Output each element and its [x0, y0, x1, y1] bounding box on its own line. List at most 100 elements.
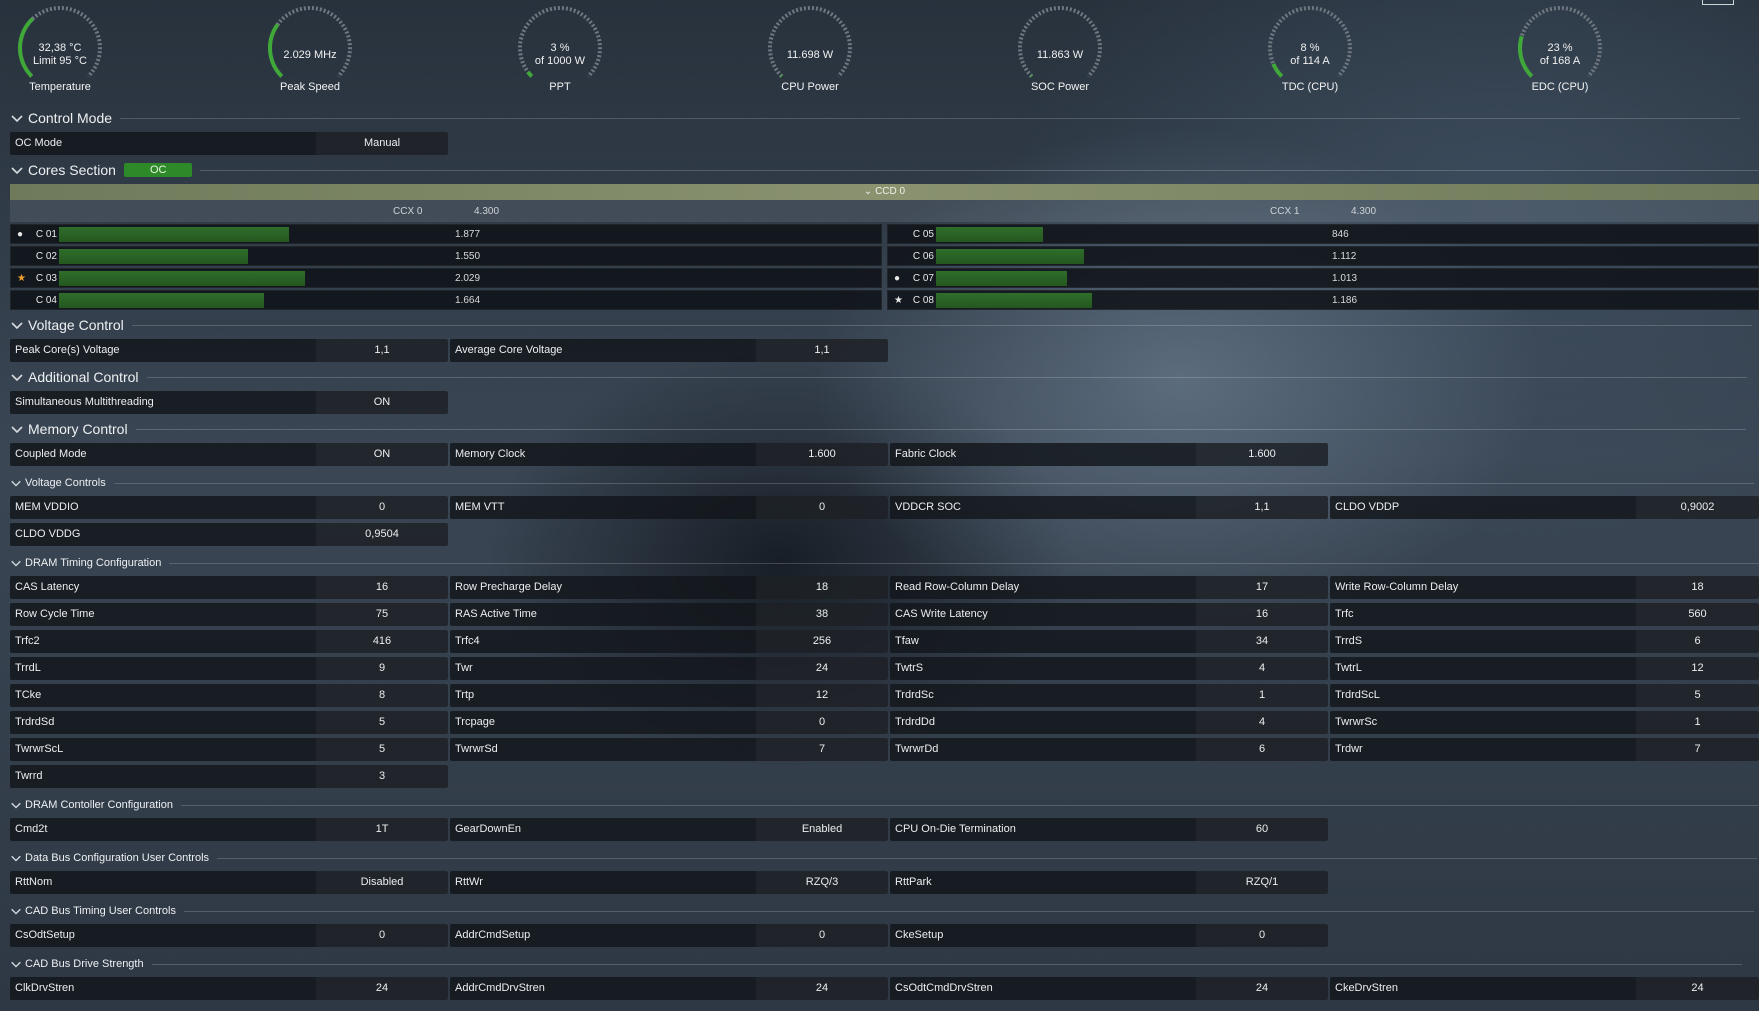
setting-cpu-on-die-termination[interactable]: CPU On-Die Termination 60	[890, 818, 1328, 841]
setting-value[interactable]: 5	[316, 738, 448, 761]
core-row-c01[interactable]: ● C 01 1.877	[10, 224, 882, 244]
subsection-dram-timing[interactable]: DRAM Timing Configuration	[10, 554, 1759, 572]
setting-twrwrsd[interactable]: TwrwrSd 7	[450, 738, 888, 761]
setting-tcke[interactable]: TCke 8	[10, 684, 448, 707]
setting-cldo-vddp[interactable]: CLDO VDDP 0,9002	[1330, 496, 1759, 519]
setting-trdwr[interactable]: Trdwr 7	[1330, 738, 1759, 761]
setting-trdrdsc[interactable]: TrdrdSc 1	[890, 684, 1328, 707]
setting-value[interactable]: 16	[1196, 603, 1328, 626]
setting-clkdrvstren[interactable]: ClkDrvStren 24	[10, 977, 448, 1000]
setting-value[interactable]: 24	[316, 977, 448, 1000]
setting-trdrdsd[interactable]: TrdrdSd 5	[10, 711, 448, 734]
setting-value[interactable]: ON	[316, 443, 448, 466]
setting-value[interactable]: 1,1	[316, 339, 448, 362]
setting-value[interactable]: 24	[1196, 977, 1328, 1000]
setting-write-row-column-delay[interactable]: Write Row-Column Delay 18	[1330, 576, 1759, 599]
setting-value[interactable]: 0,9504	[316, 523, 448, 546]
core-row-c05[interactable]: C 05 846	[887, 224, 1759, 244]
setting-average-core-voltage[interactable]: Average Core Voltage 1,1	[450, 339, 888, 362]
setting-addrcmdsetup[interactable]: AddrCmdSetup 0	[450, 924, 888, 947]
setting-twrrd[interactable]: Twrrd 3	[10, 765, 448, 788]
setting-cmd2t[interactable]: Cmd2t 1T	[10, 818, 448, 841]
setting-value[interactable]: 0,9002	[1636, 496, 1759, 519]
setting-value[interactable]: ON	[316, 391, 448, 414]
setting-rttnom[interactable]: RttNom Disabled	[10, 871, 448, 894]
setting-twrwrscl[interactable]: TwrwrScL 5	[10, 738, 448, 761]
setting-value[interactable]: 0	[316, 924, 448, 947]
core-row-c07[interactable]: ● C 07 1.013	[887, 268, 1759, 288]
setting-trfc4[interactable]: Trfc4 256	[450, 630, 888, 653]
subsection-cad-timing[interactable]: CAD Bus Timing User Controls	[10, 902, 1754, 920]
setting-fabric-clock[interactable]: Fabric Clock 1.600	[890, 443, 1328, 466]
setting-value[interactable]: 4	[1196, 657, 1328, 680]
setting-csodtsetup[interactable]: CsOdtSetup 0	[10, 924, 448, 947]
setting-rttwr[interactable]: RttWr RZQ/3	[450, 871, 888, 894]
subsection-cad-drive[interactable]: CAD Bus Drive Strength	[10, 955, 1742, 973]
subsection-voltage-controls[interactable]: Voltage Controls	[10, 474, 1754, 492]
setting-peak-core-s-voltage[interactable]: Peak Core(s) Voltage 1,1	[10, 339, 448, 362]
setting-value[interactable]: 5	[316, 711, 448, 734]
setting-row-cycle-time[interactable]: Row Cycle Time 75	[10, 603, 448, 626]
setting-ckedrvstren[interactable]: CkeDrvStren 24	[1330, 977, 1759, 1000]
setting-cas-write-latency[interactable]: CAS Write Latency 16	[890, 603, 1328, 626]
setting-value[interactable]: 16	[316, 576, 448, 599]
setting-value[interactable]: 75	[316, 603, 448, 626]
setting-tfaw[interactable]: Tfaw 34	[890, 630, 1328, 653]
setting-value[interactable]: 4	[1196, 711, 1328, 734]
section-cores[interactable]: Cores Section OC	[10, 161, 1759, 179]
setting-trrdl[interactable]: TrrdL 9	[10, 657, 448, 680]
setting-value[interactable]: 1,1	[756, 339, 888, 362]
core-row-c03[interactable]: ★ C 03 2.029	[10, 268, 882, 288]
core-row-c08[interactable]: ★ C 08 1.186	[887, 290, 1759, 310]
section-additional-control[interactable]: Additional Control	[10, 368, 1747, 386]
setting-value[interactable]: 8	[316, 684, 448, 707]
setting-twr[interactable]: Twr 24	[450, 657, 888, 680]
setting-value[interactable]: 0	[756, 711, 888, 734]
setting-value[interactable]: RZQ/1	[1196, 871, 1328, 894]
setting-value[interactable]: 256	[756, 630, 888, 653]
setting-value[interactable]: 12	[1636, 657, 1759, 680]
setting-csodtcmddrvstren[interactable]: CsOdtCmdDrvStren 24	[890, 977, 1328, 1000]
setting-read-row-column-delay[interactable]: Read Row-Column Delay 17	[890, 576, 1328, 599]
setting-value[interactable]: 18	[756, 576, 888, 599]
setting-value[interactable]: 3	[316, 765, 448, 788]
setting-value[interactable]: 38	[756, 603, 888, 626]
setting-twrwrsc[interactable]: TwrwrSc 1	[1330, 711, 1759, 734]
setting-cldo-vddg[interactable]: CLDO VDDG 0,9504	[10, 523, 448, 546]
setting-trfc2[interactable]: Trfc2 416	[10, 630, 448, 653]
core-row-c02[interactable]: C 02 1.550	[10, 246, 882, 266]
setting-value[interactable]: 24	[1636, 977, 1759, 1000]
setting-value[interactable]: 1	[1636, 711, 1759, 734]
setting-oc-mode[interactable]: OC Mode Manual	[10, 132, 448, 155]
setting-ras-active-time[interactable]: RAS Active Time 38	[450, 603, 888, 626]
setting-trrds[interactable]: TrrdS 6	[1330, 630, 1759, 653]
setting-value[interactable]: Manual	[316, 132, 448, 155]
subsection-dram-controller[interactable]: DRAM Contoller Configuration	[10, 796, 1759, 814]
window-corner-control[interactable]	[1702, 0, 1734, 5]
setting-twtrl[interactable]: TwtrL 12	[1330, 657, 1759, 680]
setting-value[interactable]: 0	[1196, 924, 1328, 947]
section-memory-control[interactable]: Memory Control	[10, 420, 1746, 438]
setting-value[interactable]: 1	[1196, 684, 1328, 707]
setting-value[interactable]: 1T	[316, 818, 448, 841]
setting-value[interactable]: 24	[756, 977, 888, 1000]
setting-value[interactable]: 12	[756, 684, 888, 707]
setting-value[interactable]: 34	[1196, 630, 1328, 653]
setting-cas-latency[interactable]: CAS Latency 16	[10, 576, 448, 599]
setting-value[interactable]: 6	[1636, 630, 1759, 653]
setting-simultaneous-multithreading[interactable]: Simultaneous Multithreading ON	[10, 391, 448, 414]
setting-value[interactable]: Disabled	[316, 871, 448, 894]
setting-mem-vtt[interactable]: MEM VTT 0	[450, 496, 888, 519]
setting-value[interactable]: 18	[1636, 576, 1759, 599]
setting-ckesetup[interactable]: CkeSetup 0	[890, 924, 1328, 947]
setting-value[interactable]: 0	[316, 496, 448, 519]
setting-value[interactable]: 0	[756, 924, 888, 947]
setting-value[interactable]: 416	[316, 630, 448, 653]
setting-coupled-mode[interactable]: Coupled Mode ON	[10, 443, 448, 466]
setting-value[interactable]: 560	[1636, 603, 1759, 626]
setting-value[interactable]: 60	[1196, 818, 1328, 841]
setting-value[interactable]: 1.600	[1196, 443, 1328, 466]
setting-value[interactable]: 17	[1196, 576, 1328, 599]
setting-trfc[interactable]: Trfc 560	[1330, 603, 1759, 626]
core-row-c06[interactable]: C 06 1.112	[887, 246, 1759, 266]
